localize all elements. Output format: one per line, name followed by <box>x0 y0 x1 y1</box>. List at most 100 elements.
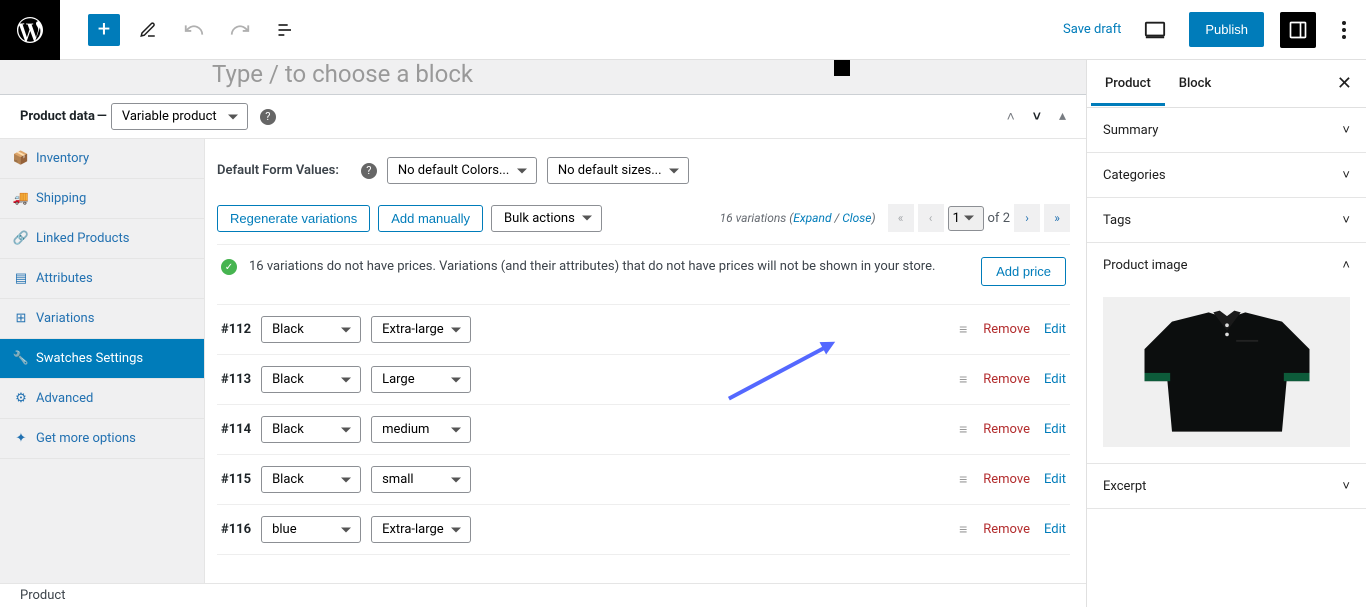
tab-linked-products[interactable]: 🔗Linked Products <box>0 219 204 259</box>
tab-label: Linked Products <box>36 231 129 246</box>
variation-color-select[interactable]: Black <box>261 366 361 393</box>
expand-link[interactable]: Expand <box>793 211 831 225</box>
variation-size-select[interactable]: Large <box>371 366 471 393</box>
undo-icon[interactable] <box>182 18 206 42</box>
chevron-down-icon: ˅ <box>1342 478 1350 494</box>
redo-icon[interactable] <box>228 18 252 42</box>
variation-row[interactable]: #116blueExtra-large≡RemoveEdit <box>217 505 1070 555</box>
panel-down-icon[interactable]: ˅ <box>1033 108 1041 125</box>
pager-prev[interactable]: ‹ <box>918 204 944 232</box>
tab-attributes[interactable]: ▤Attributes <box>0 259 204 299</box>
tab-get-more[interactable]: ✦Get more options <box>0 419 204 459</box>
wrench-icon: 🔧 <box>14 351 28 366</box>
panel-toggle-icon[interactable]: ▴ <box>1059 108 1066 125</box>
pager-first[interactable]: « <box>888 204 914 232</box>
drag-handle-icon[interactable]: ≡ <box>959 421 969 438</box>
variation-row[interactable]: #113BlackLarge≡RemoveEdit <box>217 355 1070 405</box>
add-manually-button[interactable]: Add manually <box>378 205 483 232</box>
remove-link[interactable]: Remove <box>983 472 1030 487</box>
editor-topbar: + Save draft Publish <box>0 0 1366 60</box>
sidebar-tab-product[interactable]: Product <box>1091 62 1165 106</box>
block-inserter-hint[interactable]: Type / to choose a block <box>212 60 1086 94</box>
variation-row[interactable]: #114Blackmedium≡RemoveEdit <box>217 405 1070 455</box>
chevron-up-icon: ˄ <box>1342 257 1350 273</box>
pager-last[interactable]: » <box>1044 204 1070 232</box>
remove-link[interactable]: Remove <box>983 322 1030 337</box>
tab-label: Swatches Settings <box>36 351 143 366</box>
add-price-button[interactable]: Add price <box>981 257 1066 286</box>
edit-link[interactable]: Edit <box>1044 522 1066 537</box>
notice-text: 16 variations do not have prices. Variat… <box>249 257 969 277</box>
variation-size-select[interactable]: Extra-large <box>371 516 471 543</box>
variation-row[interactable]: #112BlackExtra-large≡RemoveEdit <box>217 305 1070 355</box>
tab-shipping[interactable]: 🚚Shipping <box>0 179 204 219</box>
check-icon: ✓ <box>221 259 237 275</box>
bulk-actions-select[interactable]: Bulk actions <box>491 205 602 232</box>
block-hint-text: Type / to choose a block <box>212 60 473 88</box>
variation-size-select[interactable]: small <box>371 466 471 493</box>
close-link[interactable]: Close <box>842 211 871 225</box>
drag-handle-icon[interactable]: ≡ <box>959 321 969 338</box>
variation-row[interactable]: #115Blacksmall≡RemoveEdit <box>217 455 1070 505</box>
tab-inventory[interactable]: 📦Inventory <box>0 139 204 179</box>
product-data-body: 📦Inventory 🚚Shipping 🔗Linked Products ▤A… <box>0 139 1086 607</box>
variation-size-select[interactable]: Extra-large <box>371 316 471 343</box>
panel-summary[interactable]: Summary˅ <box>1087 108 1366 153</box>
product-image-thumbnail[interactable] <box>1103 297 1350 447</box>
variation-actions: ≡ Remove Edit <box>959 421 1066 438</box>
edit-link[interactable]: Edit <box>1044 322 1066 337</box>
default-form-values-label: Default Form Values: <box>217 163 339 178</box>
tab-swatches-settings[interactable]: 🔧 Swatches Settings <box>0 339 204 379</box>
default-colors-select[interactable]: No default Colors... <box>387 157 537 184</box>
edit-icon[interactable] <box>136 18 160 42</box>
panel-excerpt[interactable]: Excerpt˅ <box>1087 464 1366 509</box>
variation-color-select[interactable]: Black <box>261 416 361 443</box>
panel-up-icon[interactable]: ˄ <box>1007 108 1015 125</box>
pager-page-select[interactable]: 1 <box>948 206 984 231</box>
footer-breadcrumb[interactable]: Product <box>0 583 1086 607</box>
panel-categories[interactable]: Categories˅ <box>1087 153 1366 198</box>
edit-link[interactable]: Edit <box>1044 422 1066 437</box>
help-icon[interactable]: ? <box>361 163 377 179</box>
publish-button[interactable]: Publish <box>1189 12 1264 47</box>
toolbar-tools <box>136 18 298 42</box>
close-icon[interactable]: ✕ <box>1337 73 1352 94</box>
variation-color-select[interactable]: Black <box>261 466 361 493</box>
block-badge <box>834 60 850 76</box>
topbar-right: Save draft Publish <box>1063 12 1366 48</box>
panel-tags[interactable]: Tags˅ <box>1087 198 1366 243</box>
remove-link[interactable]: Remove <box>983 422 1030 437</box>
product-type-select[interactable]: Variable product <box>111 103 248 130</box>
settings-panel-toggle[interactable] <box>1280 12 1316 48</box>
list-view-icon[interactable] <box>274 18 298 42</box>
panel-product-image-header[interactable]: Product image ˄ <box>1087 243 1366 287</box>
drag-handle-icon[interactable]: ≡ <box>959 471 969 488</box>
variation-actions: ≡ Remove Edit <box>959 321 1066 338</box>
preview-icon[interactable] <box>1137 12 1173 48</box>
panel-title: Summary <box>1103 123 1158 138</box>
variation-color-select[interactable]: blue <box>261 516 361 543</box>
wp-logo[interactable] <box>0 0 60 60</box>
variation-color-select[interactable]: Black <box>261 316 361 343</box>
panel-title: Categories <box>1103 168 1166 183</box>
regenerate-variations-button[interactable]: Regenerate variations <box>217 205 370 232</box>
tab-advanced[interactable]: ⚙Advanced <box>0 379 204 419</box>
panel-title: Product image <box>1103 258 1188 273</box>
more-options-icon[interactable] <box>1332 12 1356 48</box>
remove-link[interactable]: Remove <box>983 372 1030 387</box>
remove-link[interactable]: Remove <box>983 522 1030 537</box>
add-block-button[interactable]: + <box>88 14 120 46</box>
variation-actions: ≡ Remove Edit <box>959 521 1066 538</box>
pager-next[interactable]: › <box>1014 204 1040 232</box>
drag-handle-icon[interactable]: ≡ <box>959 521 969 538</box>
default-sizes-select[interactable]: No default sizes... <box>547 157 689 184</box>
tab-variations[interactable]: ⊞Variations <box>0 299 204 339</box>
save-draft-link[interactable]: Save draft <box>1063 22 1121 37</box>
help-icon[interactable]: ? <box>260 109 276 125</box>
edit-link[interactable]: Edit <box>1044 472 1066 487</box>
drag-handle-icon[interactable]: ≡ <box>959 371 969 388</box>
variation-size-select[interactable]: medium <box>371 416 471 443</box>
tab-label: Advanced <box>36 391 93 406</box>
sidebar-tab-block[interactable]: Block <box>1165 62 1225 106</box>
edit-link[interactable]: Edit <box>1044 372 1066 387</box>
